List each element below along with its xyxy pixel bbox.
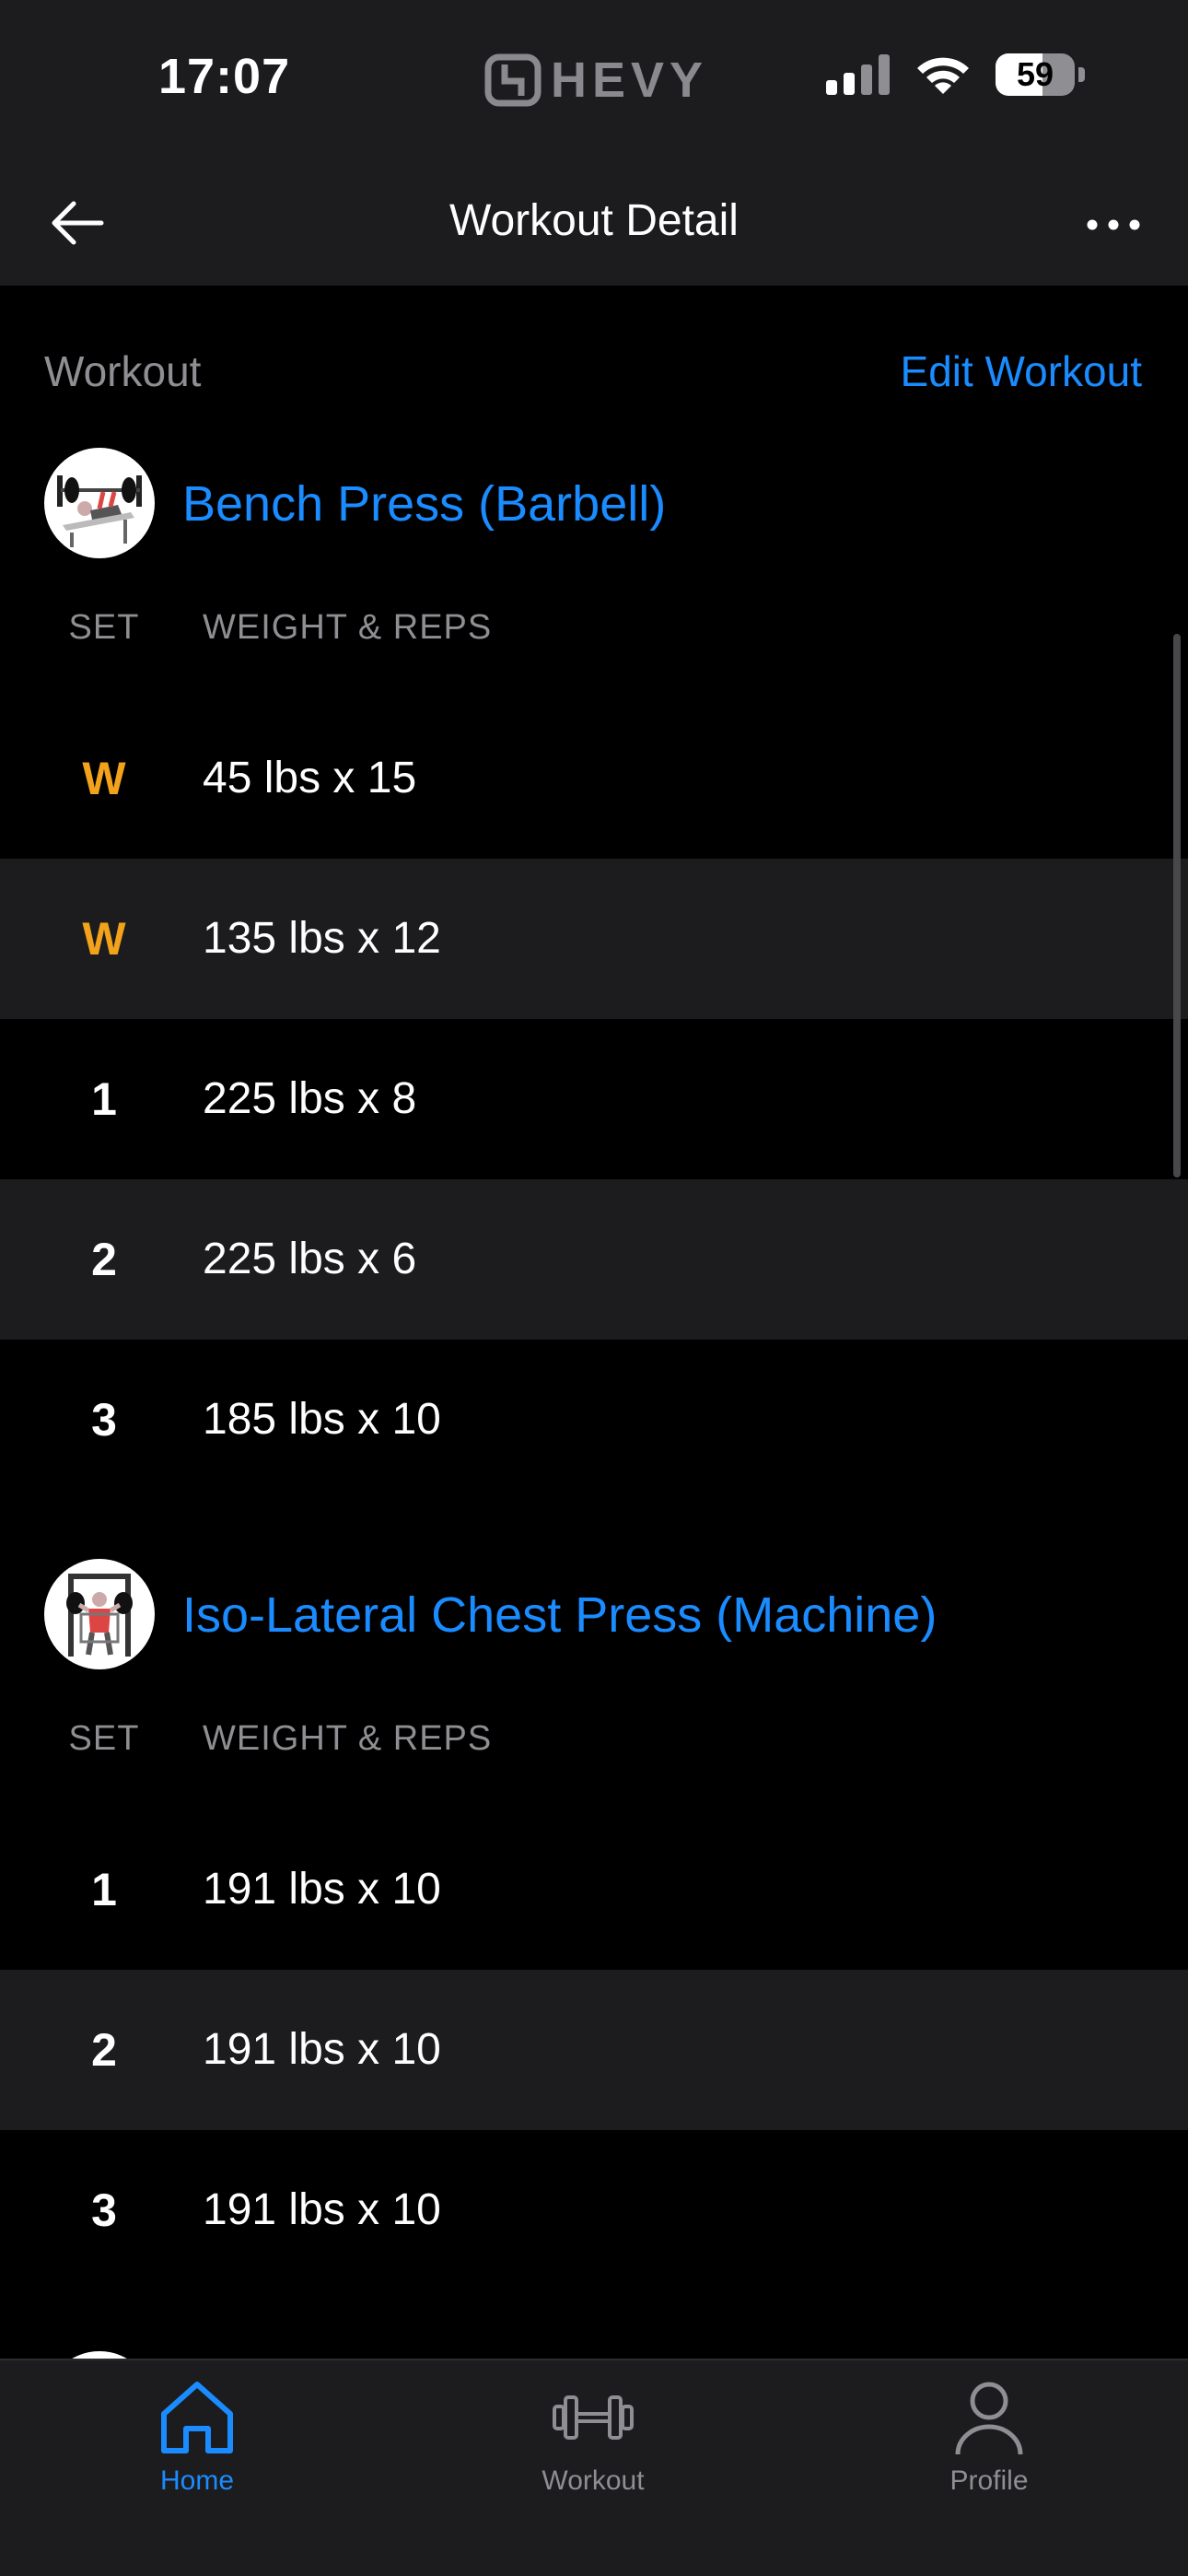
exercise-card: Bench Press (Barbell) SET WEIGHT & REPS … — [0, 448, 1188, 1500]
column-set: SET — [68, 1719, 140, 1758]
status-icons: 59 — [826, 53, 1085, 96]
exercise-header[interactable]: Iso-Lateral Chest Press (Machine) — [0, 1559, 1188, 1671]
set-number: W — [82, 913, 126, 965]
tab-home[interactable]: Home — [96, 2373, 298, 2497]
tab-label: Workout — [542, 2465, 645, 2496]
set-row: 1 225 lbs x 8 — [0, 1019, 1188, 1179]
battery-percent: 59 — [1016, 55, 1054, 93]
brand-logo: HEVY — [484, 52, 708, 109]
bench-press-illustration-icon — [57, 475, 142, 547]
more-button[interactable] — [1081, 197, 1146, 252]
tab-label: Profile — [949, 2465, 1029, 2496]
hevy-logo-icon — [484, 53, 542, 107]
set-row: 2 191 lbs x 10 — [0, 1970, 1188, 2130]
set-number: 3 — [91, 2184, 117, 2236]
section-row: Workout Edit Workout — [0, 343, 1188, 407]
set-value: 185 lbs x 10 — [203, 1395, 441, 1444]
more-icon — [1087, 219, 1140, 230]
wifi-icon — [917, 57, 969, 94]
section-label: Workout — [44, 347, 202, 395]
set-value: 135 lbs x 12 — [203, 914, 441, 963]
person-icon — [955, 2382, 1023, 2455]
scrollbar[interactable] — [1173, 634, 1181, 1177]
set-value: 45 lbs x 15 — [203, 754, 417, 802]
set-value: 191 lbs x 10 — [203, 2185, 441, 2234]
exercise-thumbnail — [44, 1559, 155, 1669]
set-row: W 45 lbs x 15 — [0, 698, 1188, 859]
set-row: W 135 lbs x 12 — [0, 859, 1188, 1019]
set-number: 2 — [91, 1234, 117, 1285]
set-value: 191 lbs x 10 — [203, 1865, 441, 1914]
top-bar: 17:07 HEVY 59 Workout Detail — [0, 0, 1188, 286]
column-weight-reps: WEIGHT & REPS — [203, 608, 493, 647]
page-title: Workout Detail — [449, 196, 739, 245]
battery-icon: 59 — [996, 53, 1075, 96]
column-set: SET — [68, 608, 140, 647]
exercise-thumbnail — [44, 448, 155, 558]
dumbbell-icon — [553, 2395, 634, 2440]
home-icon — [161, 2382, 233, 2453]
column-headers: SET WEIGHT & REPS — [0, 1671, 1188, 1809]
exercise-name: Iso-Lateral Chest Press (Machine) — [182, 1587, 938, 1643]
column-headers: SET WEIGHT & REPS — [0, 560, 1188, 698]
tab-workout[interactable]: Workout — [492, 2373, 694, 2497]
set-row: 2 225 lbs x 6 — [0, 1179, 1188, 1340]
set-number: 3 — [91, 1394, 117, 1446]
set-number: 2 — [91, 2024, 117, 2076]
set-row: 3 191 lbs x 10 — [0, 2130, 1188, 2290]
set-row: 1 191 lbs x 10 — [0, 1809, 1188, 1970]
set-row: 3 185 lbs x 10 — [0, 1340, 1188, 1500]
set-number: 1 — [91, 1864, 117, 1915]
set-value: 225 lbs x 8 — [203, 1074, 417, 1123]
battery-cap — [1078, 67, 1085, 82]
exercise-card: Iso-Lateral Chest Press (Machine) SET WE… — [0, 1559, 1188, 2290]
set-number: 1 — [91, 1073, 117, 1125]
set-value: 225 lbs x 6 — [203, 1235, 417, 1283]
set-value: 191 lbs x 10 — [203, 2025, 441, 2074]
workout-detail-screen: 17:07 HEVY 59 Workout Detail Workout Edi… — [0, 0, 1188, 2576]
set-number: W — [82, 753, 126, 804]
tab-profile[interactable]: Profile — [888, 2373, 1090, 2497]
status-time: 17:07 — [158, 49, 291, 104]
chest-press-machine-illustration-icon — [66, 1574, 133, 1657]
column-weight-reps: WEIGHT & REPS — [203, 1719, 493, 1758]
brand-name: HEVY — [551, 53, 709, 108]
tab-label: Home — [159, 2465, 235, 2496]
tab-bar: Home Workout Profile — [0, 2359, 1188, 2576]
edit-workout-link[interactable]: Edit Workout — [901, 346, 1142, 396]
exercise-name: Bench Press (Barbell) — [182, 476, 667, 532]
signal-icon — [826, 54, 890, 95]
exercise-header[interactable]: Bench Press (Barbell) — [0, 448, 1188, 560]
